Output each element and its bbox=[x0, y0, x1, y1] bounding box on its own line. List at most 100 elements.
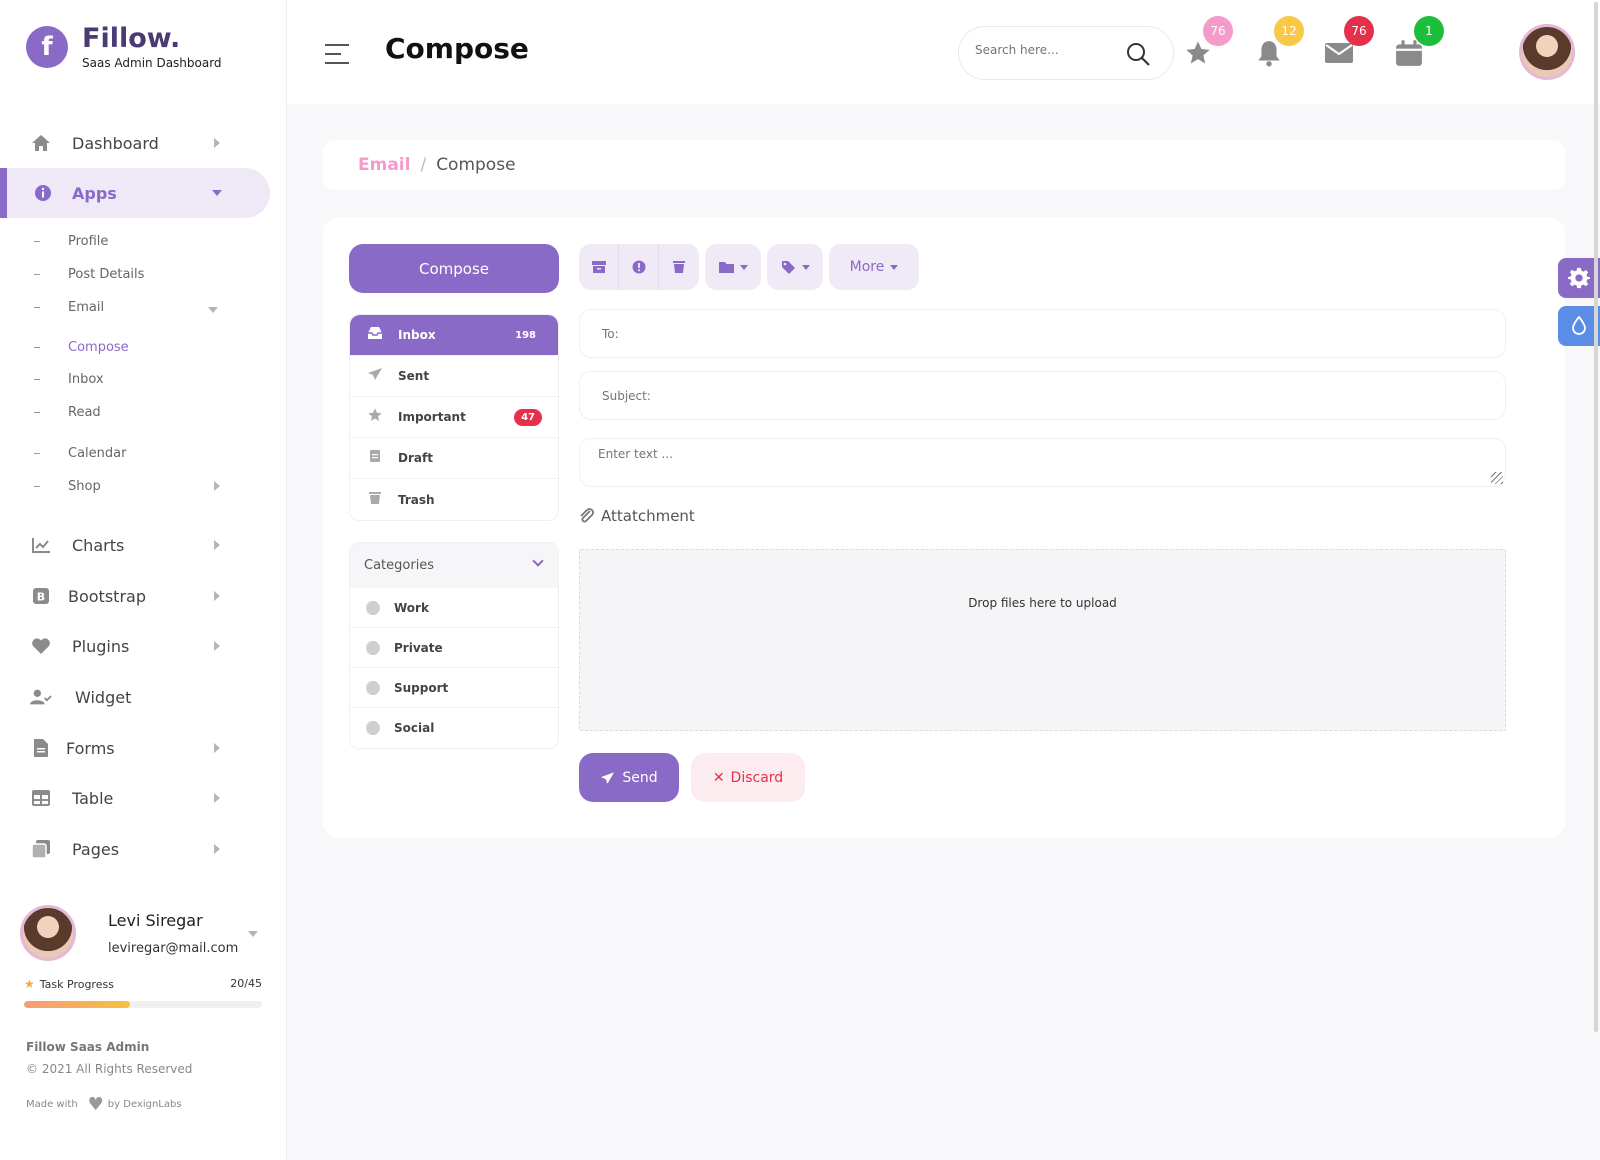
heart-icon: ♥ bbox=[87, 1094, 104, 1115]
paper-plane-icon bbox=[366, 367, 384, 385]
search-icon[interactable] bbox=[1125, 41, 1151, 67]
sidebar-item-charts[interactable]: Charts bbox=[0, 520, 270, 570]
sidebar: f Fillow. Saas Admin Dashboard Dashboard… bbox=[0, 0, 287, 1160]
send-button[interactable]: Send bbox=[579, 753, 679, 802]
category-private[interactable]: Private bbox=[350, 628, 558, 668]
copy-icon bbox=[30, 838, 52, 860]
star-icon: ★ bbox=[24, 977, 35, 991]
footer-title: Fillow Saas Admin bbox=[26, 1040, 150, 1054]
categories-header[interactable]: Categories bbox=[350, 543, 558, 588]
messages-button[interactable]: 76 bbox=[1324, 16, 1374, 68]
chevron-right-icon bbox=[214, 540, 220, 550]
trash-icon bbox=[366, 491, 384, 509]
sidebar-sub-post-details[interactable]: Post Details bbox=[34, 267, 144, 282]
category-support[interactable]: Support bbox=[350, 668, 558, 708]
category-dot bbox=[366, 640, 380, 655]
sidebar-item-label: Charts bbox=[72, 535, 125, 555]
chevron-right-icon bbox=[214, 138, 220, 148]
sidebar-item-widget[interactable]: Widget bbox=[0, 672, 270, 722]
scrollbar-thumb[interactable] bbox=[1594, 2, 1598, 1032]
folder-sent[interactable]: Sent bbox=[350, 356, 558, 397]
calendar-badge: 1 bbox=[1414, 16, 1444, 46]
favorites-button[interactable]: 76 bbox=[1183, 16, 1233, 68]
category-work[interactable]: Work bbox=[350, 588, 558, 628]
sidebar-sub-calendar[interactable]: Calendar bbox=[34, 446, 126, 461]
report-button[interactable] bbox=[619, 244, 659, 290]
file-icon bbox=[30, 737, 52, 759]
sidebar-item-bootstrap[interactable]: B Bootstrap bbox=[0, 571, 270, 621]
label-dropdown[interactable] bbox=[767, 244, 823, 290]
sidebar-sub-compose[interactable]: Compose bbox=[34, 340, 129, 355]
sidebar-footer: Fillow Saas Admin © 2021 All Rights Rese… bbox=[26, 1040, 192, 1115]
to-input[interactable] bbox=[602, 326, 1462, 341]
task-count: 20/45 bbox=[230, 977, 262, 990]
chevron-right-icon bbox=[214, 793, 220, 803]
menu-toggle-icon[interactable] bbox=[325, 44, 349, 71]
footer-made-with: Made with ♥ by DexignLabs bbox=[26, 1094, 182, 1115]
sidebar-item-table[interactable]: Table bbox=[0, 773, 270, 823]
calendar-icon bbox=[1396, 40, 1422, 66]
calendar-button[interactable]: 1 bbox=[1394, 16, 1444, 68]
search-input[interactable] bbox=[975, 43, 1125, 57]
chevron-down-icon[interactable] bbox=[248, 931, 258, 937]
sidebar-sub-profile[interactable]: Profile bbox=[34, 234, 108, 249]
sidebar-sub-email[interactable]: Email bbox=[34, 300, 104, 315]
folder-inbox[interactable]: Inbox 198 bbox=[350, 315, 558, 356]
archive-icon bbox=[591, 261, 606, 273]
brand[interactable]: f Fillow. Saas Admin Dashboard bbox=[26, 24, 222, 70]
subject-input[interactable] bbox=[602, 388, 1462, 403]
breadcrumb-parent[interactable]: Email bbox=[358, 155, 410, 175]
task-progress-bar bbox=[24, 1001, 262, 1008]
sidebar-item-forms[interactable]: Forms bbox=[0, 723, 270, 773]
folder-draft[interactable]: Draft bbox=[350, 438, 558, 479]
sidebar-item-pages[interactable]: Pages bbox=[0, 824, 270, 874]
notifications-badge: 12 bbox=[1274, 16, 1304, 46]
mail-folders: Inbox 198 Sent Important 47 Draft Trash bbox=[349, 314, 559, 521]
bootstrap-icon: B bbox=[30, 585, 52, 607]
chevron-right-icon bbox=[214, 844, 220, 854]
sidebar-item-apps[interactable]: Apps bbox=[0, 168, 270, 218]
more-dropdown[interactable]: More bbox=[829, 244, 919, 290]
folder-trash[interactable]: Trash bbox=[350, 479, 558, 520]
file-dropzone[interactable]: Drop files here to upload bbox=[579, 549, 1506, 731]
sidebar-item-label: Pages bbox=[72, 839, 120, 859]
droplet-icon bbox=[1572, 316, 1586, 335]
categories-panel: Categories Work Private Support Social bbox=[349, 542, 559, 749]
svg-text:B: B bbox=[37, 591, 45, 604]
category-dot bbox=[366, 600, 380, 615]
delete-button[interactable] bbox=[659, 244, 699, 290]
sidebar-item-plugins[interactable]: Plugins bbox=[0, 621, 270, 671]
sidebar-item-label: Widget bbox=[75, 687, 132, 707]
user-name: Levi Siregar bbox=[108, 911, 203, 930]
footer-copyright: © 2021 All Rights Reserved bbox=[26, 1062, 193, 1076]
chevron-right-icon bbox=[214, 481, 220, 491]
chevron-down-icon bbox=[532, 555, 544, 567]
to-field bbox=[579, 309, 1506, 358]
sidebar-sub-inbox[interactable]: Inbox bbox=[34, 372, 104, 387]
sidebar-sub-read[interactable]: Read bbox=[34, 405, 101, 420]
chevron-right-icon bbox=[214, 641, 220, 651]
page-scrollbar[interactable] bbox=[1592, 0, 1600, 1034]
category-social[interactable]: Social bbox=[350, 708, 558, 748]
tag-icon bbox=[781, 261, 795, 274]
breadcrumb-separator: / bbox=[420, 155, 427, 175]
messages-badge: 76 bbox=[1344, 16, 1374, 46]
compose-button[interactable]: Compose bbox=[349, 244, 559, 293]
sidebar-sub-shop[interactable]: Shop bbox=[34, 479, 101, 494]
sidebar-item-dashboard[interactable]: Dashboard bbox=[0, 118, 270, 168]
gear-icon bbox=[1568, 267, 1590, 289]
category-dot bbox=[366, 721, 380, 735]
archive-button[interactable] bbox=[579, 244, 619, 290]
body-textarea[interactable] bbox=[598, 447, 1478, 479]
discard-button[interactable]: ✕ Discard bbox=[691, 753, 805, 802]
search-box bbox=[958, 26, 1174, 80]
header-avatar[interactable] bbox=[1519, 24, 1575, 80]
resize-handle[interactable] bbox=[1491, 472, 1503, 484]
breadcrumb-current: Compose bbox=[436, 155, 516, 175]
home-icon bbox=[30, 132, 52, 154]
notifications-button[interactable]: 12 bbox=[1254, 16, 1304, 68]
move-folder-dropdown[interactable] bbox=[705, 244, 761, 290]
chart-line-icon bbox=[30, 534, 52, 556]
sidebar-item-label: Forms bbox=[66, 738, 115, 758]
folder-important[interactable]: Important 47 bbox=[350, 397, 558, 438]
